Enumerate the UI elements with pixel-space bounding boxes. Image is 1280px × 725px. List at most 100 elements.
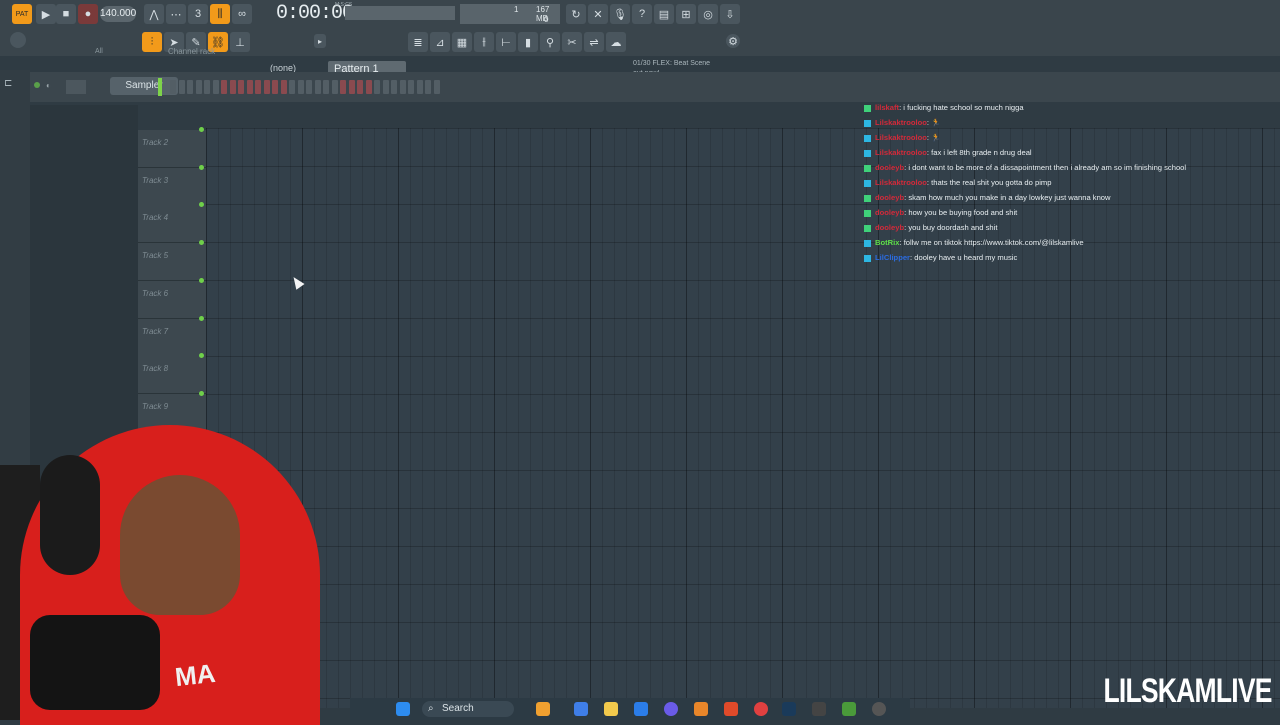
step-button[interactable] bbox=[306, 80, 312, 94]
step-button[interactable] bbox=[170, 80, 176, 94]
track-header[interactable]: Track 6 bbox=[138, 277, 206, 319]
step-button[interactable] bbox=[178, 80, 185, 94]
chat-username[interactable]: Lilskaktrooloo bbox=[875, 178, 927, 187]
chrome-icon[interactable] bbox=[754, 702, 768, 716]
news-settings-icon[interactable]: ⚙ bbox=[726, 34, 740, 48]
wait-input-icon[interactable]: ⋯ bbox=[166, 4, 186, 24]
discord-icon[interactable] bbox=[664, 702, 678, 716]
store-icon[interactable] bbox=[634, 702, 648, 716]
track-header[interactable]: Track 2 bbox=[138, 127, 206, 168]
track-header[interactable]: Track 3 bbox=[138, 164, 206, 206]
step-button[interactable] bbox=[187, 80, 193, 94]
chat-username[interactable]: dooleyb bbox=[875, 223, 904, 232]
step-button[interactable] bbox=[280, 80, 287, 94]
record-button[interactable]: ● bbox=[78, 4, 98, 24]
track-active-led[interactable] bbox=[199, 390, 204, 396]
chat-username[interactable]: dooleyb bbox=[875, 208, 904, 217]
mixer-icon[interactable]: ⊞ bbox=[676, 4, 696, 24]
mixer-view-icon[interactable]: ⫲ bbox=[474, 32, 494, 52]
step-button[interactable] bbox=[263, 80, 270, 94]
chat-username[interactable]: BotRix bbox=[875, 238, 899, 247]
step-button[interactable] bbox=[314, 80, 321, 94]
step-button[interactable] bbox=[416, 80, 423, 94]
cloud-icon[interactable]: ☁ bbox=[606, 32, 626, 52]
pattern-prev-icon[interactable]: ▸ bbox=[314, 34, 326, 48]
step-button[interactable] bbox=[195, 80, 202, 94]
steam-icon[interactable] bbox=[782, 702, 796, 716]
countdown-icon[interactable]: 3 bbox=[188, 4, 208, 24]
stop-button[interactable]: ■ bbox=[56, 4, 76, 24]
save-icon[interactable]: ▤ bbox=[654, 4, 674, 24]
tempo-display[interactable]: 140.000 bbox=[100, 6, 136, 22]
master-pitch-knob[interactable] bbox=[10, 32, 26, 48]
step-button[interactable] bbox=[289, 80, 295, 94]
chat-username[interactable]: lilskaft bbox=[875, 103, 899, 112]
windows-start-icon[interactable] bbox=[396, 702, 410, 716]
step-button[interactable] bbox=[348, 80, 355, 94]
step-button[interactable] bbox=[331, 80, 338, 94]
snap-icon[interactable]: ⫶ bbox=[142, 32, 162, 52]
cut-icon[interactable]: ✂ bbox=[562, 32, 582, 52]
step-button[interactable] bbox=[238, 80, 244, 94]
track-active-led[interactable] bbox=[199, 277, 204, 283]
4k-app-icon[interactable] bbox=[872, 702, 886, 716]
step-button[interactable] bbox=[212, 80, 219, 94]
channel-select-led[interactable] bbox=[158, 78, 162, 96]
stamp-icon[interactable]: ⊥ bbox=[230, 32, 250, 52]
track-active-led[interactable] bbox=[199, 202, 204, 208]
brave-icon[interactable] bbox=[724, 702, 738, 716]
step-button[interactable] bbox=[221, 80, 227, 94]
chat-username[interactable]: LilClipper bbox=[875, 253, 910, 262]
step-button[interactable] bbox=[408, 80, 414, 94]
playlist-icon[interactable]: ≣ bbox=[408, 32, 428, 52]
chat-username[interactable]: dooleyb bbox=[875, 163, 904, 172]
step-button[interactable] bbox=[425, 80, 431, 94]
track-active-led[interactable] bbox=[199, 240, 204, 246]
sampler-channel-button[interactable]: Sampler bbox=[110, 77, 178, 95]
layers-icon[interactable] bbox=[842, 702, 856, 716]
step-button[interactable] bbox=[382, 80, 389, 94]
step-button[interactable] bbox=[374, 80, 380, 94]
chat-username[interactable]: Lilskaktrooloo bbox=[875, 118, 927, 127]
loop-record-icon[interactable]: ∞ bbox=[232, 4, 252, 24]
all-filter-label[interactable]: All bbox=[95, 48, 103, 55]
track-active-led[interactable] bbox=[199, 127, 204, 132]
help-icon[interactable]: ? bbox=[632, 4, 652, 24]
widgets-icon[interactable] bbox=[536, 702, 550, 716]
mute-led-icon[interactable] bbox=[34, 82, 40, 88]
track-header[interactable]: Track 4 bbox=[138, 202, 206, 244]
play-button[interactable]: ▶ bbox=[36, 4, 56, 24]
track-active-led[interactable] bbox=[199, 315, 204, 321]
chat-icon[interactable]: ◎ bbox=[698, 4, 718, 24]
file-explorer-icon[interactable] bbox=[604, 702, 618, 716]
step-button[interactable] bbox=[272, 80, 278, 94]
track-active-led[interactable] bbox=[199, 353, 204, 359]
channel-number[interactable] bbox=[66, 80, 86, 94]
folder-icon[interactable]: ⊏ bbox=[4, 78, 12, 89]
pat-song-toggle[interactable]: PAT bbox=[12, 4, 32, 24]
chat-username[interactable]: Lilskaktrooloo bbox=[875, 148, 927, 157]
step-button[interactable] bbox=[323, 80, 329, 94]
step-button[interactable] bbox=[255, 80, 261, 94]
step-button[interactable] bbox=[340, 80, 346, 94]
step-button[interactable] bbox=[297, 80, 304, 94]
step-button[interactable] bbox=[399, 80, 406, 94]
pan-knob-icon[interactable]: ◐ bbox=[46, 81, 51, 90]
step-button[interactable] bbox=[433, 80, 440, 94]
step-button[interactable] bbox=[365, 80, 372, 94]
refresh-icon[interactable]: ↻ bbox=[566, 4, 586, 24]
metronome-icon[interactable]: ⋀ bbox=[144, 4, 164, 24]
track-header[interactable]: Track 8 bbox=[138, 353, 206, 395]
plugin-icon[interactable]: ▮ bbox=[518, 32, 538, 52]
step-button[interactable] bbox=[357, 80, 363, 94]
app-icon[interactable] bbox=[812, 702, 826, 716]
chat-username[interactable]: Lilskaktrooloo bbox=[875, 133, 927, 142]
copilot-icon[interactable] bbox=[574, 702, 588, 716]
undo-icon[interactable]: ✕ bbox=[588, 4, 608, 24]
track-header[interactable]: Track 7 bbox=[138, 315, 206, 357]
step-edit-icon[interactable]: ⫼ bbox=[210, 4, 230, 24]
master-volume-meter[interactable] bbox=[345, 6, 455, 20]
step-button[interactable] bbox=[204, 80, 210, 94]
step-button[interactable] bbox=[391, 80, 397, 94]
step-button[interactable] bbox=[246, 80, 253, 94]
